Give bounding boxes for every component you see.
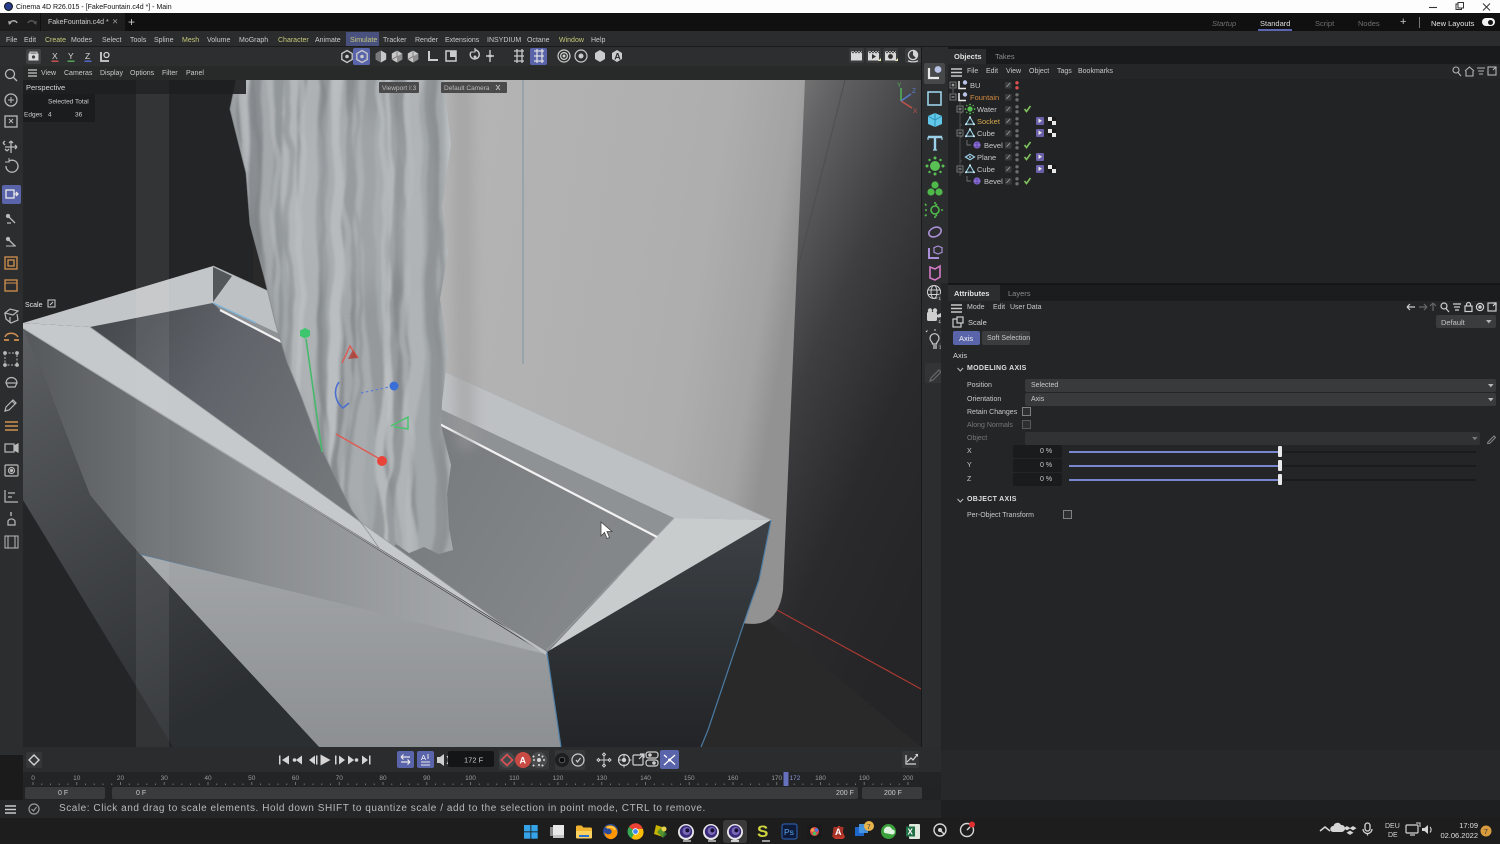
svg-text:A: A: [614, 52, 621, 62]
svg-text:X: X: [52, 51, 58, 61]
svg-text:Y: Y: [897, 82, 902, 89]
svg-text:DEU: DEU: [1385, 823, 1400, 830]
svg-text:Socket: Socket: [977, 117, 1001, 126]
svg-text:A: A: [421, 753, 426, 762]
svg-text:10: 10: [73, 775, 81, 782]
svg-text:7: 7: [867, 824, 871, 831]
svg-text:Cube: Cube: [977, 129, 995, 138]
svg-text:30: 30: [161, 775, 169, 782]
svg-text:Z: Z: [85, 51, 90, 61]
svg-text:A: A: [520, 756, 527, 766]
svg-text:0: 0: [31, 775, 35, 782]
svg-text:Bevel: Bevel: [984, 141, 1003, 150]
svg-text:36: 36: [75, 112, 83, 119]
svg-text:Selected Total: Selected Total: [48, 99, 89, 106]
svg-text:Plane: Plane: [977, 153, 996, 162]
svg-text:X: X: [908, 828, 914, 837]
svg-text:02.06.2022: 02.06.2022: [1440, 831, 1478, 840]
svg-text:20: 20: [117, 775, 125, 782]
svg-text:Z: Z: [912, 88, 916, 95]
svg-text:Fountain: Fountain: [970, 93, 999, 102]
svg-text:Default Camera: Default Camera: [444, 85, 490, 92]
svg-text:Scale: Scale: [25, 302, 43, 309]
svg-text:50: 50: [248, 775, 256, 782]
svg-text:S: S: [757, 822, 768, 841]
svg-text:A: A: [835, 827, 842, 837]
svg-text:180: 180: [815, 775, 826, 782]
svg-text:Edges: Edges: [24, 112, 43, 119]
svg-text:120: 120: [553, 775, 564, 782]
svg-text:Water: Water: [977, 105, 997, 114]
svg-text:Y: Y: [68, 51, 74, 61]
svg-text:7: 7: [1484, 829, 1488, 836]
svg-text:17:09: 17:09: [1459, 821, 1478, 830]
svg-text:Viewport I:3: Viewport I:3: [382, 85, 417, 92]
svg-text:190: 190: [859, 775, 870, 782]
svg-text:40: 40: [204, 775, 212, 782]
svg-text:70: 70: [336, 775, 344, 782]
svg-text:60: 60: [292, 775, 300, 782]
svg-text:BU: BU: [970, 81, 980, 90]
svg-text:130: 130: [596, 775, 607, 782]
svg-text:Ps: Ps: [784, 827, 794, 837]
svg-text:100: 100: [465, 775, 476, 782]
svg-text:170: 170: [771, 775, 782, 782]
svg-text:80: 80: [379, 775, 387, 782]
svg-text:4: 4: [48, 112, 52, 119]
svg-text:Cube: Cube: [977, 165, 995, 174]
svg-text:150: 150: [684, 775, 695, 782]
svg-text:200: 200: [903, 775, 914, 782]
svg-text:Perspective: Perspective: [26, 83, 65, 92]
svg-text:160: 160: [728, 775, 739, 782]
svg-text:90: 90: [423, 775, 431, 782]
svg-text:140: 140: [640, 775, 651, 782]
svg-text:Bevel: Bevel: [984, 177, 1003, 186]
svg-text:172 F: 172 F: [464, 756, 484, 765]
svg-text:X: X: [913, 108, 918, 115]
svg-text:DE: DE: [1388, 832, 1398, 839]
svg-text:110: 110: [509, 775, 520, 782]
svg-text:172: 172: [790, 775, 801, 782]
